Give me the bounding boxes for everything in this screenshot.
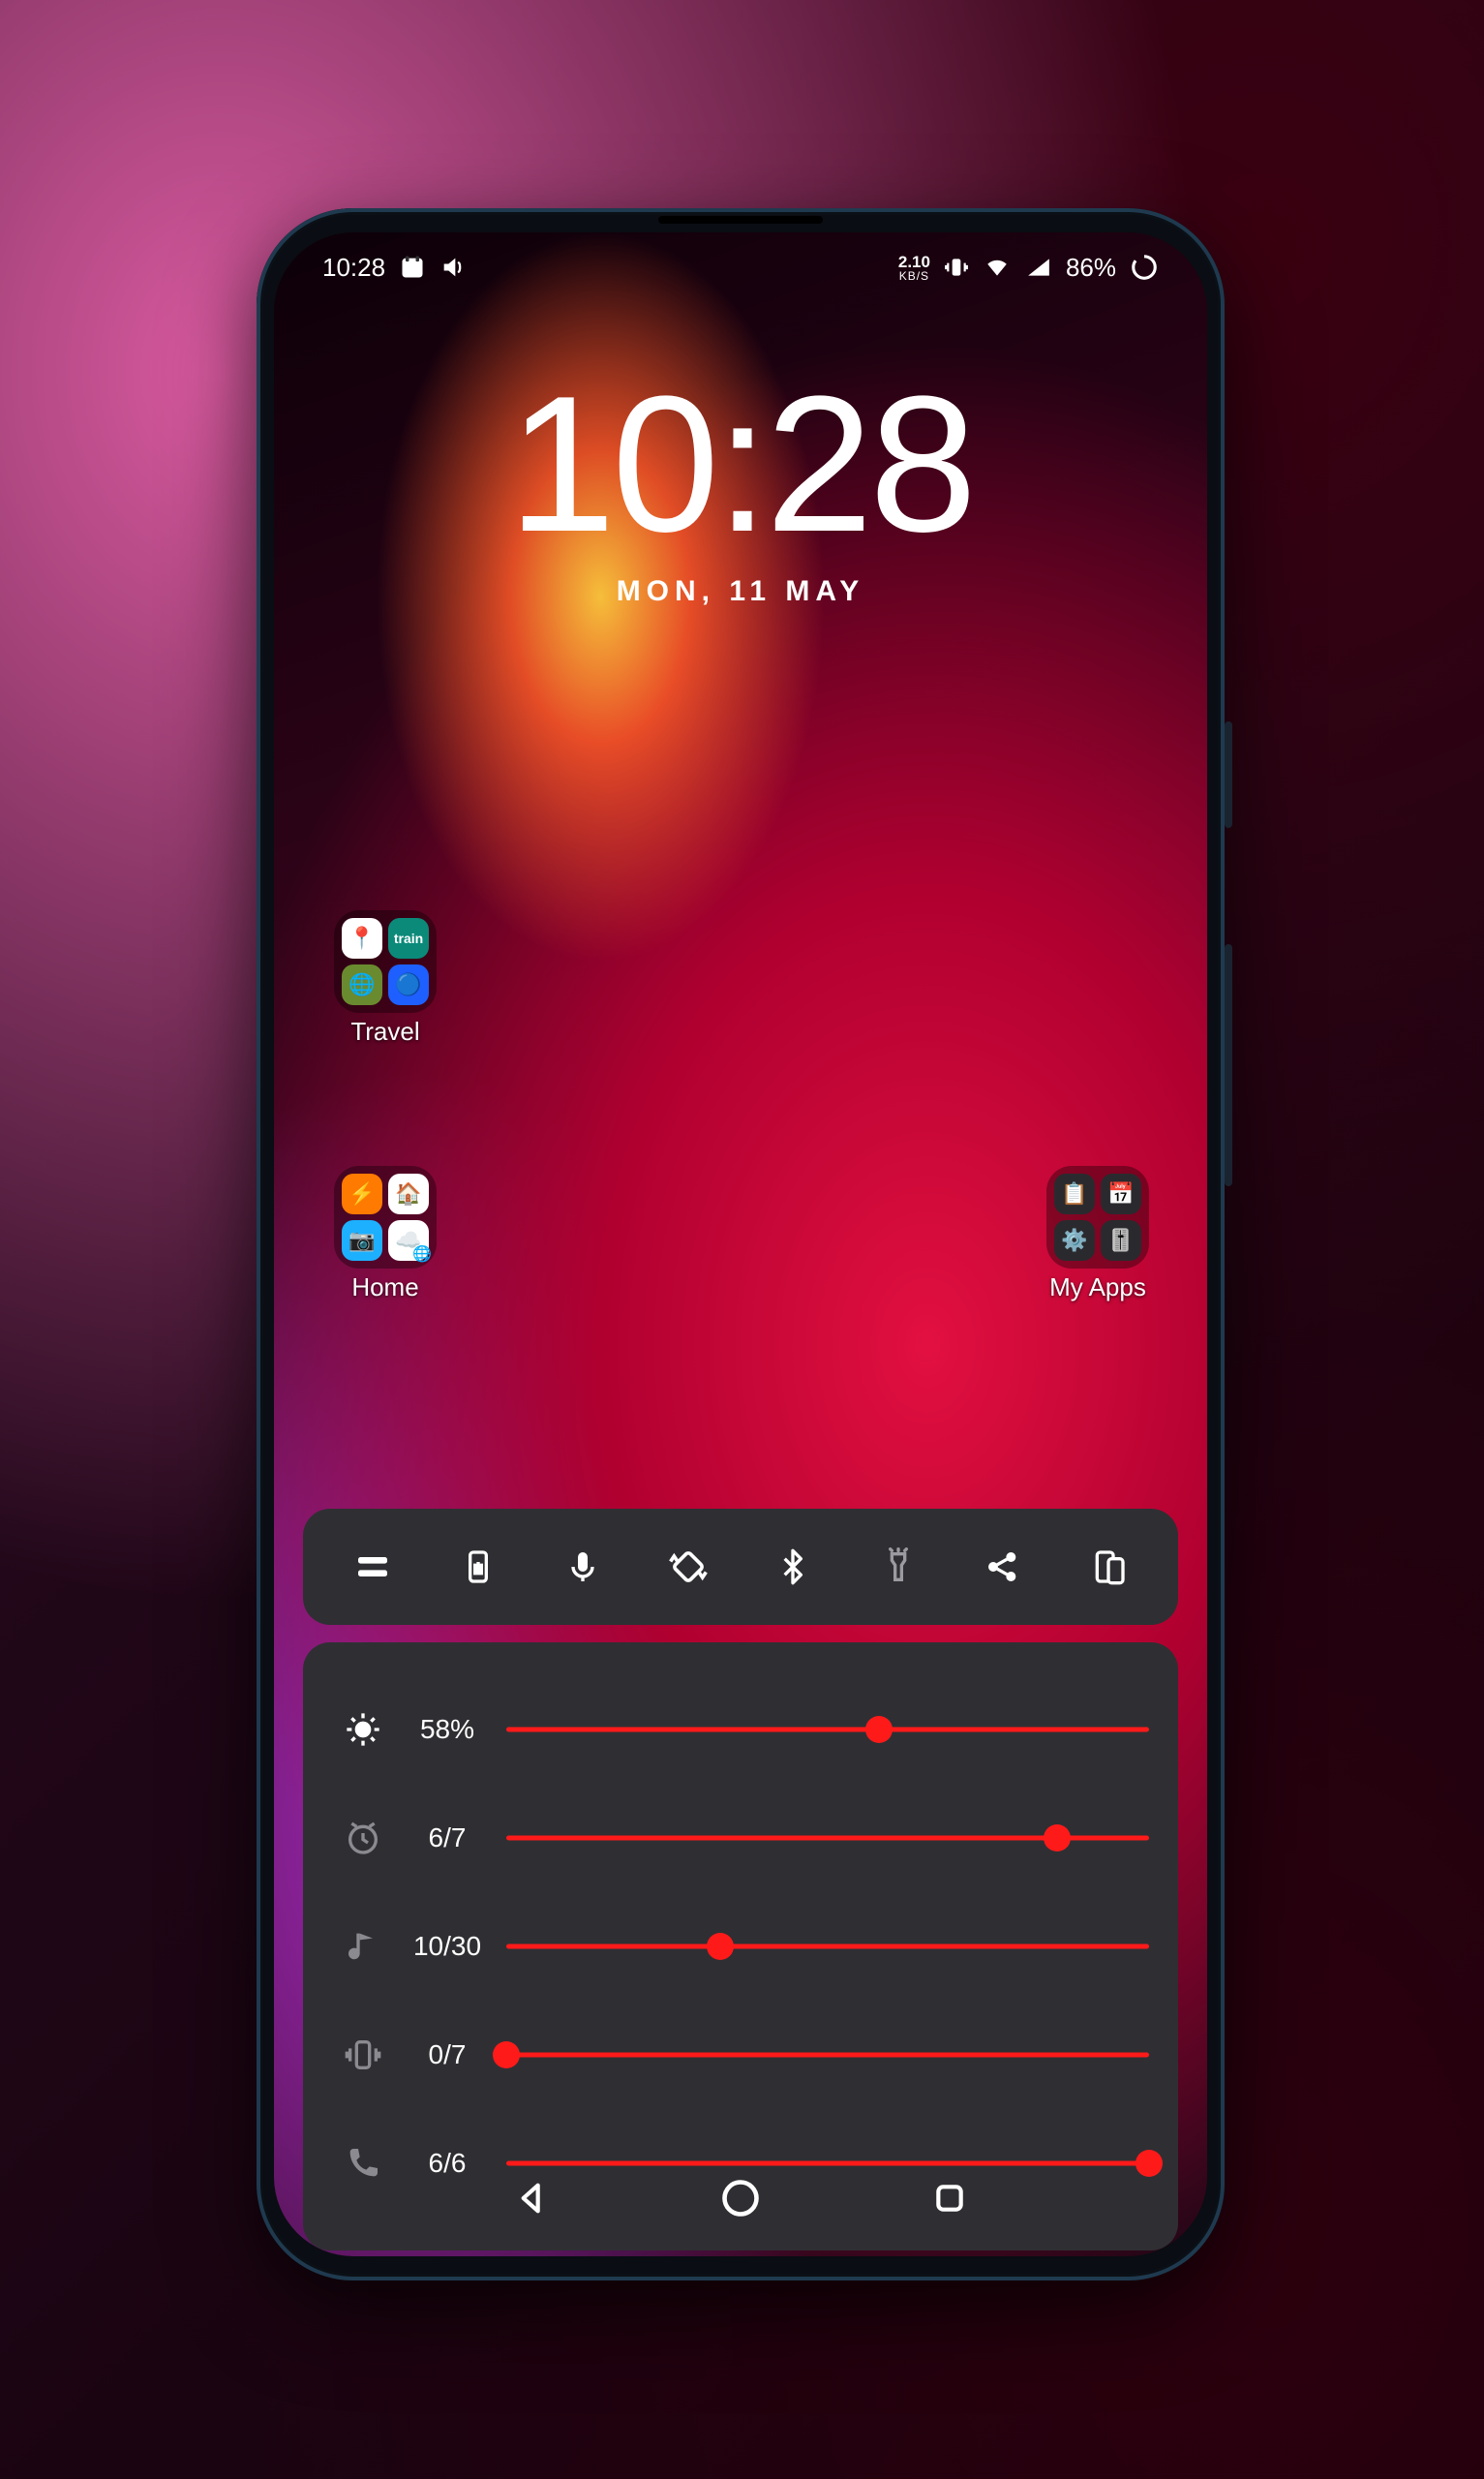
folder-travel[interactable]: 📍 train 🌐 🔵 Travel (334, 910, 437, 1013)
folder-home[interactable]: ⚡ 🏠 📷 ☁️🌐 Home (334, 1166, 437, 1269)
clock-time: 10:28 (274, 368, 1207, 562)
media-slider[interactable] (506, 1925, 1149, 1968)
ring-slider[interactable] (506, 2034, 1149, 2076)
vibrate-icon (944, 255, 969, 280)
clock-widget[interactable]: 10:28 MON, 11 MAY (274, 368, 1207, 608)
calendar-notification-icon (399, 254, 426, 281)
brightness-value: 58% (394, 1714, 500, 1745)
media-value: 10/30 (394, 1931, 500, 1962)
nav-recents-button[interactable] (923, 2171, 977, 2225)
media-row: 10/30 (332, 1892, 1149, 2001)
music-note-icon (332, 1927, 394, 1966)
auto-rotate-icon[interactable] (662, 1541, 714, 1593)
volume-icon (439, 254, 467, 281)
phone-screen: 10:28 2.10 KB/S (274, 232, 1207, 2256)
folder-label: Travel (350, 1017, 419, 1047)
brightness-slider[interactable] (506, 1708, 1149, 1751)
alarm-slider[interactable] (506, 1817, 1149, 1859)
folder-my-apps[interactable]: 📋 📅 ⚙️ 🎚️ My Apps (1046, 1166, 1149, 1269)
battery-ring-icon (1130, 253, 1159, 282)
alarm-icon (332, 1819, 394, 1857)
status-bar: 10:28 2.10 KB/S (274, 232, 1207, 302)
brightness-row: 58% (332, 1675, 1149, 1784)
share-icon[interactable] (977, 1541, 1029, 1593)
nav-back-button[interactable] (504, 2171, 559, 2225)
alarm-row: 6/7 (332, 1784, 1149, 1892)
folder-label: Home (351, 1272, 418, 1302)
navigation-bar (274, 2140, 1207, 2256)
nav-home-button[interactable] (713, 2171, 768, 2225)
status-time: 10:28 (322, 253, 385, 283)
flashlight-icon[interactable] (872, 1541, 924, 1593)
multi-device-icon[interactable] (1082, 1541, 1135, 1593)
ring-value: 0/7 (394, 2039, 500, 2070)
phone-body: 10:28 2.10 KB/S (257, 208, 1225, 2280)
brightness-icon (332, 1710, 394, 1749)
bluetooth-icon[interactable] (767, 1541, 819, 1593)
rotation-lock-icon[interactable] (452, 1541, 504, 1593)
clock-date: MON, 11 MAY (274, 575, 1207, 608)
mic-icon[interactable] (557, 1541, 609, 1593)
tile-menu-icon[interactable] (347, 1541, 399, 1593)
ring-row: 0/7 (332, 2001, 1149, 2109)
alarm-value: 6/7 (394, 1822, 500, 1853)
battery-text: 86% (1066, 253, 1116, 283)
wifi-icon (983, 255, 1012, 280)
vibrate-phone-icon (332, 2035, 394, 2074)
signal-icon (1025, 255, 1052, 280)
quick-settings-bar (303, 1509, 1178, 1625)
data-rate: 2.10 KB/S (898, 254, 930, 282)
folder-label: My Apps (1049, 1272, 1146, 1302)
